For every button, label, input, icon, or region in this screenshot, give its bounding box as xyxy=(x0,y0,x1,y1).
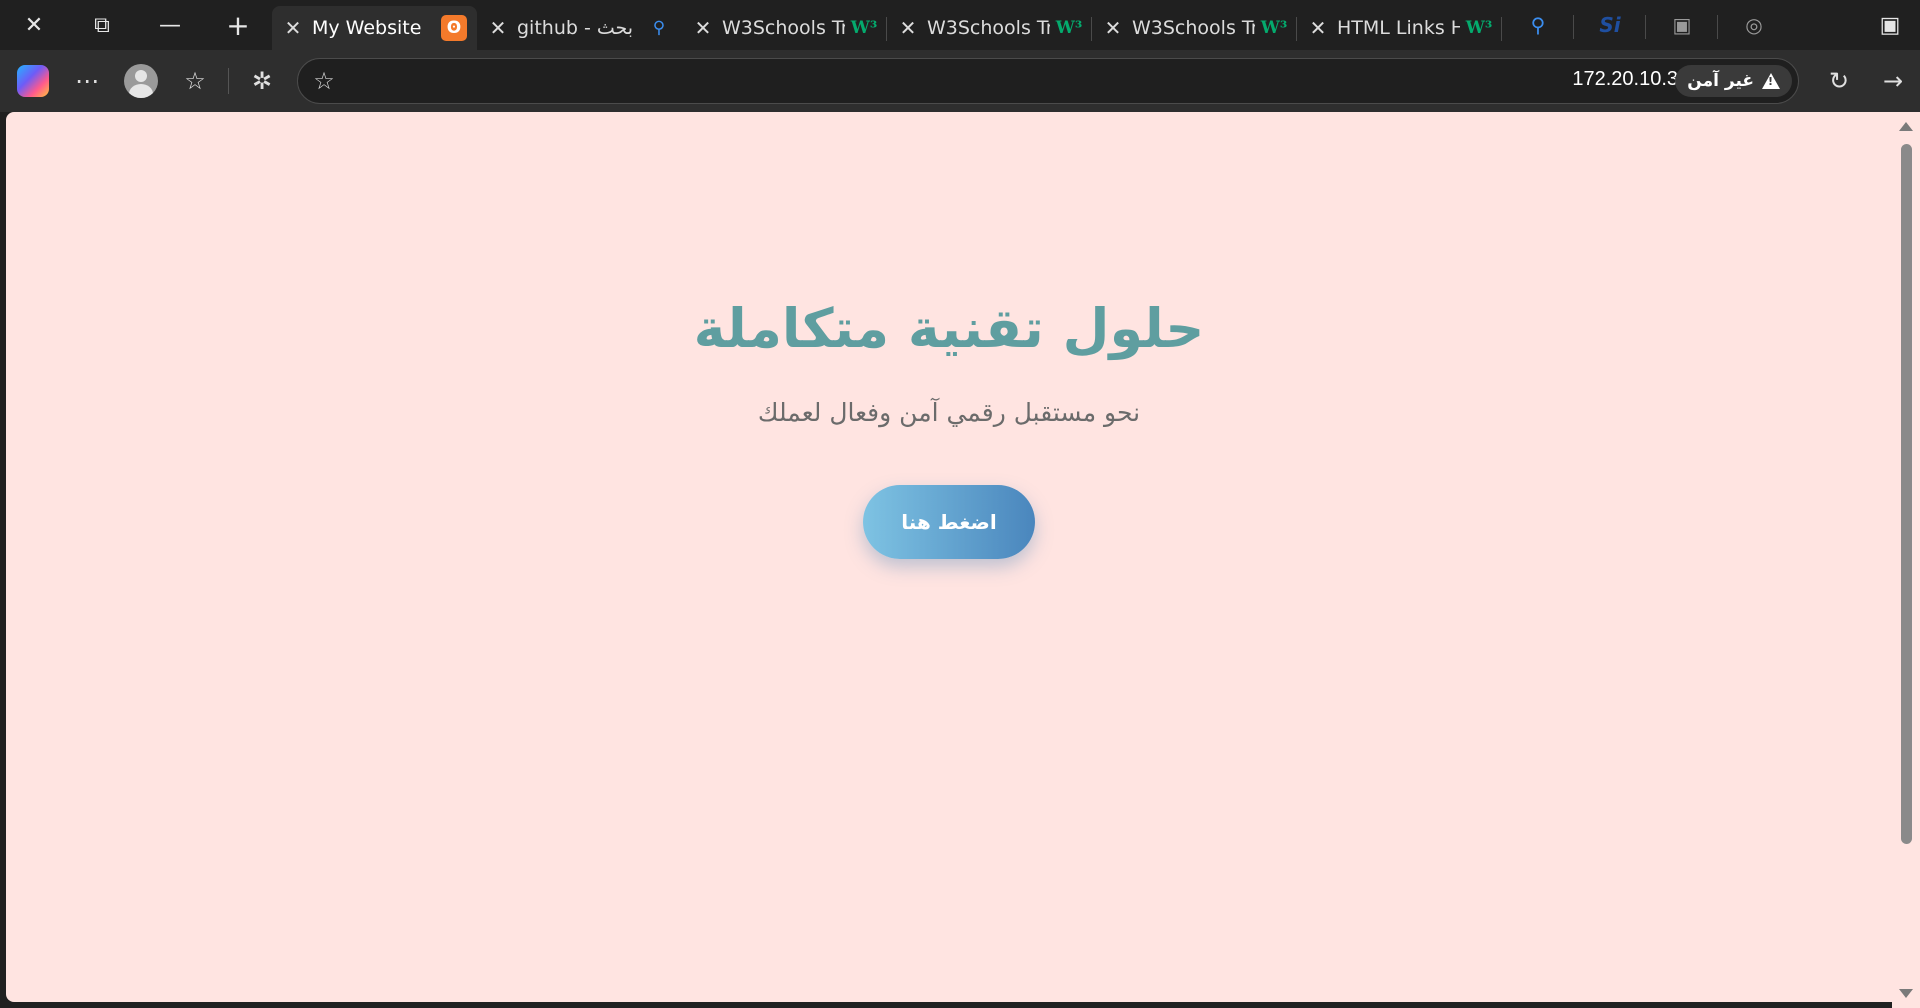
tab-close-icon[interactable]: ✕ xyxy=(692,16,714,40)
search-icon: ⚲ xyxy=(652,18,666,38)
new-tab-button[interactable]: + xyxy=(204,0,272,50)
tab-si-mini[interactable]: Si xyxy=(1574,3,1646,47)
tab-w3schools-1[interactable]: ✕ W3Schools Try W³ xyxy=(682,7,887,49)
tab-close-icon[interactable]: ✕ xyxy=(487,16,509,40)
tab-title: W3Schools Try xyxy=(722,17,845,39)
tab-close-icon[interactable]: ✕ xyxy=(282,16,304,40)
tab-w3schools-3[interactable]: ✕ W3Schools Try W³ xyxy=(1092,7,1297,49)
tab-search-mini[interactable]: ⚲ xyxy=(1502,3,1574,47)
warning-icon xyxy=(1762,73,1780,89)
avatar xyxy=(124,64,158,98)
w3schools-icon: W³ xyxy=(1260,18,1288,38)
tab-title: W3Schools Try xyxy=(1132,17,1255,39)
tab-title: HTML Links Hy xyxy=(1337,17,1460,39)
address-url[interactable]: 172.20.10.3 xyxy=(1572,68,1678,91)
toolbar-divider xyxy=(228,68,229,94)
tab-title: github - بحث xyxy=(517,17,634,39)
scroll-thumb[interactable] xyxy=(1901,144,1912,844)
refresh-icon[interactable]: ↻ xyxy=(1812,56,1866,106)
scroll-up-icon[interactable] xyxy=(1899,122,1913,131)
add-favorite-icon[interactable]: ☆ xyxy=(298,67,350,95)
broken-page-icon: ▣ xyxy=(1672,13,1692,37)
globe-icon: ◎ xyxy=(1745,13,1763,37)
tab-my-website[interactable]: ✕ My Website ʘ xyxy=(272,6,477,50)
cta-button[interactable]: اضغط هنا xyxy=(863,485,1035,559)
search-icon: ⚲ xyxy=(1530,13,1546,37)
w3schools-icon: W³ xyxy=(1465,18,1493,38)
forward-icon[interactable]: → xyxy=(1866,56,1920,106)
tab-error-mini[interactable]: ▣ xyxy=(1646,3,1718,47)
si-icon: Si xyxy=(1599,13,1621,37)
security-label: غير آمن xyxy=(1687,71,1754,91)
minimize-icon[interactable]: — xyxy=(136,0,204,50)
hero-section: حلول تقنية متكاملة نحو مستقبل رقمي آمن و… xyxy=(6,112,1892,559)
extensions-icon[interactable]: ✲ xyxy=(235,56,289,106)
page-viewport: حلول تقنية متكاملة نحو مستقبل رقمي آمن و… xyxy=(6,112,1892,1002)
w3schools-icon: W³ xyxy=(1055,18,1083,38)
more-options-icon[interactable]: ⋯ xyxy=(60,56,114,106)
page-heading: حلول تقنية متكاملة xyxy=(693,297,1205,360)
tab-html-links[interactable]: ✕ HTML Links Hy W³ xyxy=(1297,7,1502,49)
sidebar-toggle-icon[interactable]: ▣ xyxy=(1860,0,1920,50)
copilot-button[interactable] xyxy=(6,56,60,106)
tab-title: My Website xyxy=(312,17,422,39)
tab-strip: ✕ ⧉ — + ✕ My Website ʘ ✕ github - بحث ⚲ … xyxy=(0,0,1920,50)
w3schools-icon: W³ xyxy=(850,18,878,38)
xampp-icon: ʘ xyxy=(441,15,467,41)
tab-close-icon[interactable]: ✕ xyxy=(1102,16,1124,40)
tab-actions-icon[interactable]: ⧉ xyxy=(68,0,136,50)
close-window-icon[interactable]: ✕ xyxy=(0,0,68,50)
tab-close-icon[interactable]: ✕ xyxy=(1307,16,1329,40)
security-badge[interactable]: غير آمن xyxy=(1675,65,1792,97)
favorites-icon[interactable]: ☆ xyxy=(168,56,222,106)
tab-github-search[interactable]: ✕ github - بحث ⚲ xyxy=(477,7,682,49)
tab-close-icon[interactable]: ✕ xyxy=(897,16,919,40)
page-subheading: نحو مستقبل رقمي آمن وفعال لعملك xyxy=(757,398,1141,427)
tab-w3schools-2[interactable]: ✕ W3Schools Try W³ xyxy=(887,7,1092,49)
toolbar-right: ↻ → xyxy=(1812,56,1920,106)
profile-button[interactable] xyxy=(114,56,168,106)
toolbar: ⋯ ☆ ✲ ☆ 172.20.10.3 غير آمن ↻ → xyxy=(0,50,1920,112)
vertical-scrollbar[interactable] xyxy=(1892,112,1920,1008)
copilot-icon xyxy=(17,65,49,97)
tab-title: W3Schools Try xyxy=(927,17,1050,39)
scroll-down-icon[interactable] xyxy=(1899,989,1913,998)
address-bar[interactable]: ☆ 172.20.10.3 غير آمن xyxy=(297,58,1799,104)
tab-globe-mini[interactable]: ◎ xyxy=(1718,3,1790,47)
